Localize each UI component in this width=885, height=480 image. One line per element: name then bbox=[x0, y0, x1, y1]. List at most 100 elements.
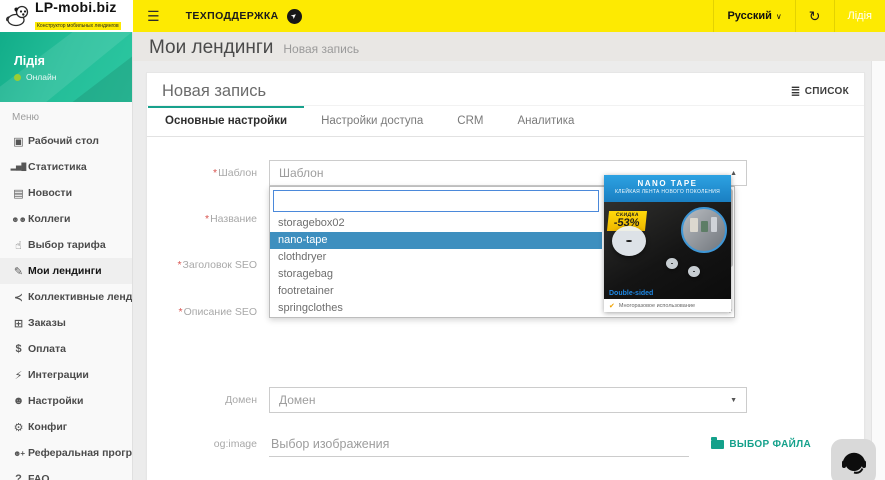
logo-subtitle: Конструктор мобильных лендингов bbox=[35, 22, 121, 30]
tab-label: CRM bbox=[457, 115, 483, 127]
user-menu[interactable]: Лідія bbox=[834, 0, 885, 32]
sidebar-item-orders[interactable]: ⊞ Заказы bbox=[0, 310, 132, 336]
support-link[interactable]: ТЕХПОДДЕРЖКА ➤ bbox=[186, 0, 302, 32]
domain-select[interactable]: Домен ▼ bbox=[269, 387, 747, 413]
sidebar-item-my-landings[interactable]: ✎ Мои лендинги bbox=[0, 258, 132, 284]
sidebar-item-faq[interactable]: ? FAQ bbox=[0, 466, 132, 480]
preview-subtitle: КЛЕЙКАЯ ЛЕНТА НОВОГО ПОКОЛЕНИЯ bbox=[604, 189, 731, 195]
og-image-input[interactable] bbox=[269, 432, 689, 457]
template-search-input[interactable] bbox=[273, 190, 599, 212]
template-select-placeholder: Шаблон bbox=[279, 166, 323, 180]
user-icon: ☻ bbox=[9, 395, 28, 407]
sidebar-item-news[interactable]: ▤ Новости bbox=[0, 180, 132, 206]
choose-file-button[interactable]: ВЫБОР ФАЙЛА bbox=[711, 439, 811, 450]
option-footretainer[interactable]: footretainer bbox=[270, 283, 602, 300]
sidebar-item-settings[interactable]: ☻ Настройки bbox=[0, 388, 132, 414]
sidebar-item-label: Новости bbox=[28, 187, 72, 199]
sidebar-item-label: Интеграции bbox=[28, 369, 89, 381]
template-label: *Шаблон bbox=[147, 167, 269, 179]
page-scrollbar[interactable] bbox=[871, 61, 885, 480]
tab-crm[interactable]: CRM bbox=[440, 106, 500, 136]
tab-main-settings[interactable]: Основные настройки bbox=[148, 106, 304, 136]
seo-description-label: *Описание SEO bbox=[147, 306, 269, 318]
hamburger-icon: ☰ bbox=[147, 8, 160, 25]
share-icon: ≺ bbox=[9, 291, 28, 304]
logo[interactable]: LP-mobi.biz Конструктор мобильных лендин… bbox=[0, 0, 133, 32]
sidebar-item-label: Настройки bbox=[28, 395, 83, 407]
option-storagebag[interactable]: storagebag bbox=[270, 266, 602, 283]
sidebar-item-dashboard[interactable]: ▣ Рабочий стол bbox=[0, 128, 132, 154]
sidebar-item-label: Оплата bbox=[28, 343, 66, 355]
option-storagebox02[interactable]: storagebox02 bbox=[270, 215, 602, 232]
name-label: *Название bbox=[147, 213, 269, 225]
online-status-icon bbox=[14, 74, 21, 81]
option-clothdryer[interactable]: clothdryer bbox=[270, 249, 602, 266]
tab-analytics[interactable]: Аналитика bbox=[500, 106, 591, 136]
list-icon: ≣ bbox=[790, 84, 800, 98]
sidebar-item-collective-landings[interactable]: ≺ Коллективные лендинги bbox=[0, 284, 132, 310]
refresh-button[interactable]: ↻ bbox=[795, 0, 834, 32]
logo-title: LP-mobi.biz bbox=[35, 1, 121, 14]
domain-row: Домен Домен ▼ bbox=[147, 387, 864, 413]
language-dropdown[interactable]: Русский ∨ bbox=[713, 0, 794, 32]
template-preview-image: NANO TAPE КЛЕЙКАЯ ЛЕНТА НОВОГО ПОКОЛЕНИЯ… bbox=[604, 175, 731, 312]
sidebar-item-label: Выбор тарифа bbox=[28, 239, 106, 251]
page-title: Мои лендинги bbox=[149, 37, 273, 59]
preview-header: NANO TAPE КЛЕЙКАЯ ЛЕНТА НОВОГО ПОКОЛЕНИЯ bbox=[604, 175, 731, 202]
tape-roll-graphic bbox=[612, 226, 646, 256]
question-icon: ? bbox=[9, 473, 28, 480]
check-icon: ✔ bbox=[609, 302, 615, 310]
sidebar-item-tariff[interactable]: ☝ Выбор тарифа bbox=[0, 232, 132, 258]
content-area: Новая запись ≣ СПИСОК Основные настройки… bbox=[133, 61, 885, 480]
template-dropdown: storagebox02 nano-tape clothdryer storag… bbox=[269, 186, 735, 318]
sidebar-item-label: FAQ bbox=[28, 473, 50, 480]
folder-icon bbox=[711, 440, 724, 449]
menu-section-label: Меню bbox=[0, 102, 132, 128]
sidebar-username: Лідія bbox=[14, 54, 45, 68]
pencil-icon: ✎ bbox=[9, 265, 28, 278]
sidebar-item-label: Коллеги bbox=[28, 213, 70, 225]
support-chat-widget[interactable] bbox=[831, 439, 876, 480]
sidebar-item-referral[interactable]: ☻+ Реферальная программа bbox=[0, 440, 132, 466]
topbar-username: Лідія bbox=[848, 10, 872, 22]
headset-icon bbox=[839, 447, 869, 477]
users-icon: ☻☻ bbox=[9, 215, 28, 224]
sidebar-item-integrations[interactable]: ⚡ Интеграции bbox=[0, 362, 132, 388]
sidebar-item-config[interactable]: ⚙ Конфиг bbox=[0, 414, 132, 440]
gears-icon: ⚙ bbox=[9, 421, 28, 434]
domain-label: Домен bbox=[147, 394, 269, 406]
sidebar-toggle-button[interactable]: ☰ bbox=[137, 0, 170, 32]
breadcrumb: Новая запись bbox=[283, 42, 359, 56]
og-image-label: og:image bbox=[147, 438, 269, 450]
option-nano-tape[interactable]: nano-tape bbox=[270, 232, 602, 249]
app-window: LP-mobi.biz Конструктор мобильных лендин… bbox=[0, 0, 885, 480]
preview-feature-row: ✔ Многоразовое использование bbox=[604, 299, 731, 312]
option-springclothes[interactable]: springclothes bbox=[270, 300, 602, 317]
sidebar-item-payment[interactable]: $ Оплата bbox=[0, 336, 132, 362]
tab-access-settings[interactable]: Настройки доступа bbox=[304, 106, 440, 136]
tab-label: Настройки доступа bbox=[321, 115, 423, 127]
tab-bar: Основные настройки Настройки доступа CRM… bbox=[147, 106, 864, 137]
list-button[interactable]: ≣ СПИСОК bbox=[790, 84, 849, 98]
sidebar-item-colleagues[interactable]: ☻☻ Коллеги bbox=[0, 206, 132, 232]
topbar-right: Русский ∨ ↻ Лідія bbox=[713, 0, 885, 32]
card-header: Новая запись ≣ СПИСОК bbox=[147, 73, 864, 106]
cart-icon: ⊞ bbox=[9, 317, 28, 330]
required-marker: * bbox=[213, 167, 217, 179]
preview-inset-photo bbox=[681, 207, 727, 253]
sidebar-item-label: Реферальная программа bbox=[28, 447, 132, 459]
tape-roll-small-graphic bbox=[688, 266, 700, 277]
new-record-form: *Шаблон Шаблон ▲ storagebox02 nano- bbox=[147, 137, 864, 457]
refresh-icon: ↻ bbox=[809, 8, 821, 25]
chevron-down-icon: ∨ bbox=[776, 12, 782, 21]
sidebar-item-statistics[interactable]: ▂▅█ Статистика bbox=[0, 154, 132, 180]
sidebar-item-label: Статистика bbox=[28, 161, 87, 173]
sidebar-item-label: Рабочий стол bbox=[28, 135, 99, 147]
language-label: Русский bbox=[727, 10, 771, 22]
preview-title: NANO TAPE bbox=[604, 179, 731, 188]
new-record-card: Новая запись ≣ СПИСОК Основные настройки… bbox=[146, 72, 865, 480]
desktop-icon: ▣ bbox=[9, 135, 28, 148]
seo-title-label: *Заголовок SEO bbox=[147, 259, 269, 271]
news-icon: ▤ bbox=[9, 187, 28, 200]
chevron-down-icon: ▼ bbox=[730, 397, 737, 404]
